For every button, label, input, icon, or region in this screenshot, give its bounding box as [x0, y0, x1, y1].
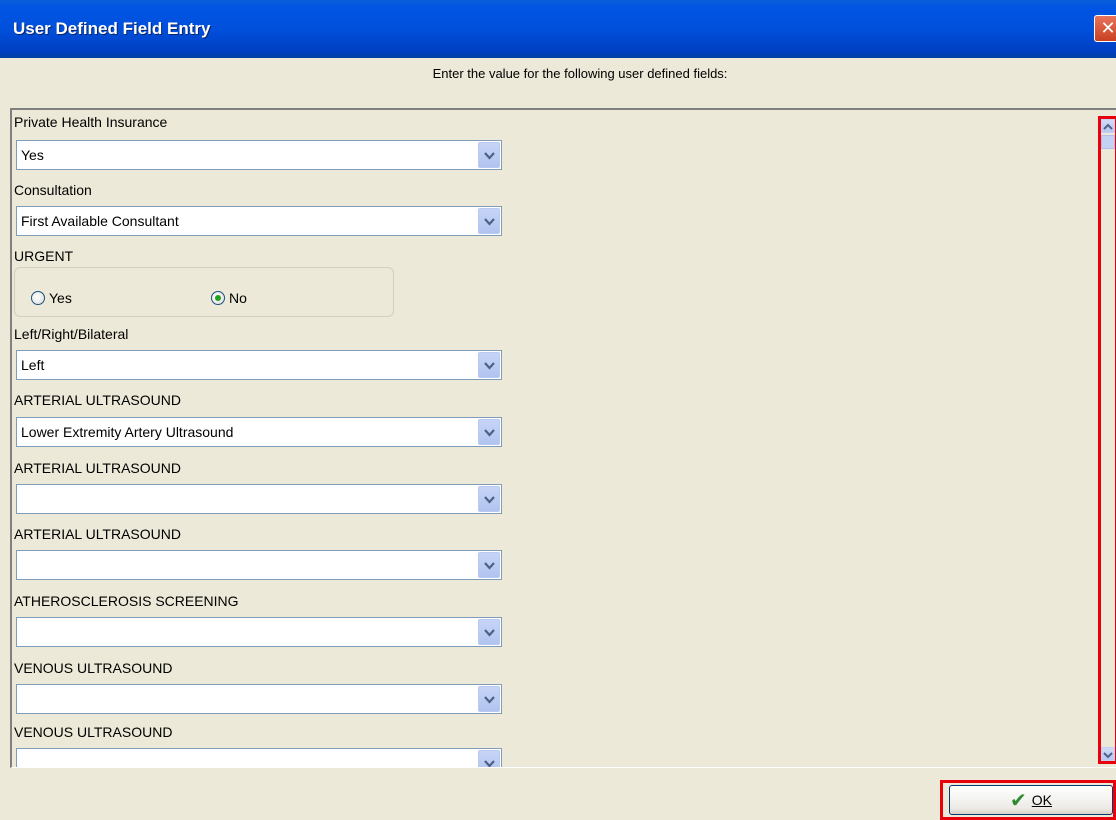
chevron-down-icon[interactable] [478, 352, 500, 378]
chevron-down-icon[interactable] [478, 750, 500, 767]
field-label-arterial-ultrasound-2: ARTERIAL ULTRASOUND [14, 460, 181, 476]
radio-button-checked[interactable] [211, 291, 225, 305]
dropdown-atherosclerosis-screening[interactable] [16, 617, 502, 647]
chevron-down-icon[interactable] [478, 486, 500, 512]
chevron-down-icon[interactable] [478, 142, 500, 168]
dropdown-arterial-ultrasound-1[interactable]: Lower Extremity Artery Ultrasound [16, 417, 502, 447]
field-label-left-right-bilateral: Left/Right/Bilateral [14, 326, 129, 342]
field-label-arterial-ultrasound-3: ARTERIAL ULTRASOUND [14, 526, 181, 542]
close-button[interactable]: ✕ [1094, 15, 1116, 42]
chevron-down-icon[interactable] [478, 686, 500, 712]
scroll-down-button[interactable] [1101, 747, 1115, 761]
radio-urgent-yes[interactable]: Yes [31, 288, 72, 308]
ok-button-highlight: ✔ OK [940, 780, 1116, 820]
instruction-text: Enter the value for the following user d… [432, 66, 728, 81]
field-label-venous-ultrasound-2: VENOUS ULTRASOUND [14, 724, 173, 740]
dropdown-consultation[interactable]: First Available Consultant [16, 206, 502, 236]
field-label-consultation: Consultation [14, 182, 92, 198]
field-label-urgent: URGENT [14, 248, 74, 264]
window-title: User Defined Field Entry [13, 19, 211, 38]
fields-panel: Private Health Insurance Yes Consultatio… [10, 108, 1116, 768]
urgent-radio-group: Yes No [14, 267, 394, 317]
radio-urgent-no[interactable]: No [211, 288, 247, 308]
ok-button[interactable]: ✔ OK [949, 785, 1113, 815]
radio-label: No [229, 290, 247, 306]
scroll-thumb[interactable] [1101, 135, 1115, 149]
field-label-venous-ultrasound-1: VENOUS ULTRASOUND [14, 660, 173, 676]
chevron-down-icon[interactable] [478, 208, 500, 234]
dropdown-value: Yes [21, 147, 44, 163]
dropdown-value: Lower Extremity Artery Ultrasound [21, 424, 234, 440]
scroll-up-button[interactable] [1101, 119, 1115, 133]
dropdown-venous-ultrasound-2[interactable] [16, 748, 502, 767]
radio-button-unchecked[interactable] [31, 291, 45, 305]
dropdown-arterial-ultrasound-3[interactable] [16, 550, 502, 580]
field-label-atherosclerosis-screening: ATHEROSCLEROSIS SCREENING [14, 593, 239, 609]
radio-label: Yes [49, 290, 72, 306]
dropdown-private-health-insurance[interactable]: Yes [16, 140, 502, 170]
vertical-scrollbar[interactable] [1098, 116, 1116, 764]
ok-button-label: OK [1031, 792, 1052, 808]
checkmark-icon: ✔ [1010, 789, 1027, 812]
dropdown-value: First Available Consultant [21, 213, 179, 229]
chevron-down-icon[interactable] [478, 419, 500, 445]
dropdown-venous-ultrasound-1[interactable] [16, 684, 502, 714]
dropdown-arterial-ultrasound-2[interactable] [16, 484, 502, 514]
field-label-arterial-ultrasound-1: ARTERIAL ULTRASOUND [14, 392, 181, 408]
dropdown-left-right-bilateral[interactable]: Left [16, 350, 502, 380]
chevron-down-icon[interactable] [478, 619, 500, 645]
title-bar: User Defined Field Entry ✕ [0, 0, 1116, 58]
dropdown-value: Left [21, 357, 45, 373]
close-icon: ✕ [1100, 18, 1116, 38]
field-label-private-health-insurance: Private Health Insurance [14, 114, 168, 130]
chevron-down-icon[interactable] [478, 552, 500, 578]
